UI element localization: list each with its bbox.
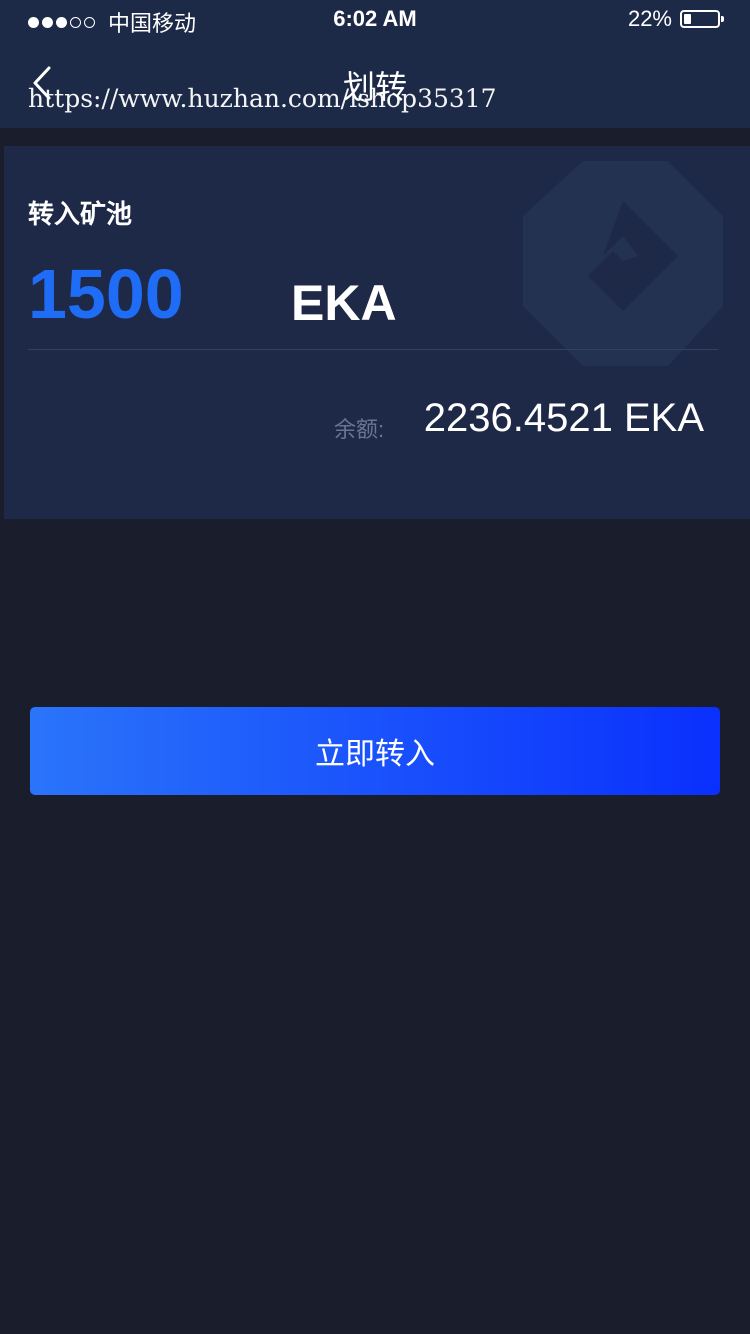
currency-unit: EKA [291,275,397,331]
amount-input[interactable]: 1500 [28,254,184,334]
divider [28,349,718,350]
balance-label: 余额: [334,417,385,442]
battery-percent: 22% [627,6,672,31]
transfer-now-button[interactable]: 立即转入 [30,707,720,795]
battery-nub [721,16,724,22]
battery-icon [680,10,724,28]
transfer-target-label: 转入矿池 [28,199,133,229]
transfer-card: 转入矿池 1500 EKA 余额: 2236.4521 EKA [4,146,750,519]
status-bar: 中国移动 6:02 AM 22% [0,0,750,40]
balance-value: 2236.4521 EKA [423,396,704,440]
nav-bar: 划转 https://www.huzhan.com/ishop35317 [0,40,750,128]
status-bar-right: 22% [627,6,724,32]
battery-fill [684,14,691,24]
watermark-text: https://www.huzhan.com/ishop35317 [28,84,497,113]
brand-logo-icon [523,161,723,366]
